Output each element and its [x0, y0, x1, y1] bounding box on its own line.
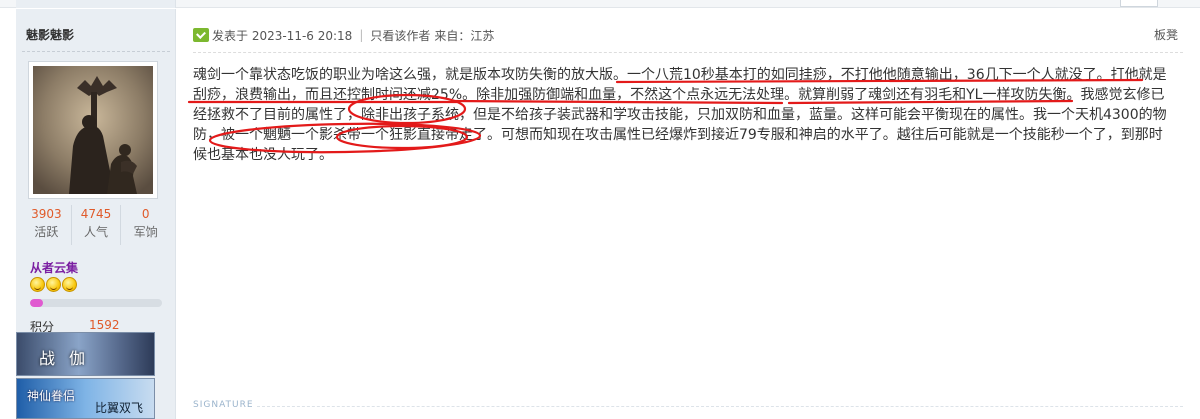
post-divider [193, 52, 1183, 53]
post-meta: 发表于 2023-11-6 20:18 | 只看该作者 来自：江苏 [193, 26, 494, 44]
medal-banner-1[interactable]: 战伽 [16, 332, 155, 376]
medal-2-right-text: 比翼双飞 [95, 401, 144, 415]
meta-separator: | [359, 28, 364, 42]
top-strip [0, 0, 1200, 8]
avatar-image [33, 66, 153, 194]
stat-activity[interactable]: 3903 活跃 [22, 205, 72, 245]
stat-label: 军饷 [133, 225, 158, 239]
page: 魅影魅影 3903 活跃 4745 人气 0 军饷 从者云集 积分 1592 战… [0, 0, 1200, 419]
level-stars [30, 277, 77, 292]
stat-popularity[interactable]: 4745 人气 [72, 205, 122, 245]
stat-label: 活跃 [34, 225, 59, 239]
avatar-frame[interactable] [28, 61, 158, 199]
floor-label[interactable]: 板凳 [1154, 26, 1178, 43]
medal-2-left-text: 神仙眷侣 [27, 389, 76, 403]
post-location: 来自：江苏 [434, 28, 495, 43]
post-line: 刮痧，浪费输出，而且还控制时间还减25%。除非加强防御端和血量，不然这个点永远无… [193, 87, 1165, 103]
post-content: 魂剑一个靠状态吃饭的职业为啥这么强，就是版本攻防失衡的放大版。一个八荒10秒基本… [193, 65, 1183, 165]
stat-label: 人气 [84, 225, 109, 239]
user-group[interactable]: 从者云集 [30, 259, 78, 276]
post-line: 候也基本也没人玩了。 [193, 147, 333, 163]
post-line: 经拯救不了目前的属性了，除非出孩子系统，但是不给孩子装武器和学攻击技能，只加双防… [193, 107, 1167, 123]
level-progress-fill [30, 299, 44, 307]
stat-value: 4745 [80, 207, 112, 221]
smiley-star-icon [46, 277, 61, 292]
signature-label: SIGNATURE [193, 400, 254, 410]
stat-value: 0 [141, 207, 150, 221]
stat-pay[interactable]: 0 军饷 [121, 205, 170, 245]
smiley-star-icon [62, 277, 77, 292]
post-line: 魂剑一个靠状态吃饭的职业为啥这么强，就是版本攻防失衡的放大版。一个八荒10秒基本… [193, 67, 1167, 83]
author-only-link[interactable]: 只看该作者 [370, 27, 430, 44]
level-progress-bar [30, 299, 162, 307]
post-body: 发表于 2023-11-6 20:18 | 只看该作者 来自：江苏 板凳 魂剑一… [177, 9, 1200, 419]
credit-value: 1592 [89, 318, 120, 332]
post-time: 发表于 2023-11-6 20:18 [212, 28, 353, 43]
stat-value: 3903 [31, 207, 62, 221]
user-stats: 3903 活跃 4745 人气 0 军饷 [22, 205, 170, 245]
smiley-star-icon [30, 277, 45, 292]
top-strip-left [16, 0, 176, 8]
avatar[interactable] [33, 66, 153, 194]
online-check-icon [193, 28, 209, 42]
user-divider [22, 51, 170, 52]
top-strip-button[interactable] [1120, 0, 1158, 7]
post-line: 防，被一个魍魉一个影杀带一个狂影直接带走了。可想而知现在攻击属性已经爆炸到接近7… [193, 127, 1163, 143]
medal-banner-2[interactable]: 神仙眷侣 比翼双飞 [16, 378, 155, 419]
username[interactable]: 魅影魅影 [26, 26, 74, 43]
medal-1-text: 战伽 [39, 349, 100, 368]
signature-divider [257, 406, 1183, 407]
